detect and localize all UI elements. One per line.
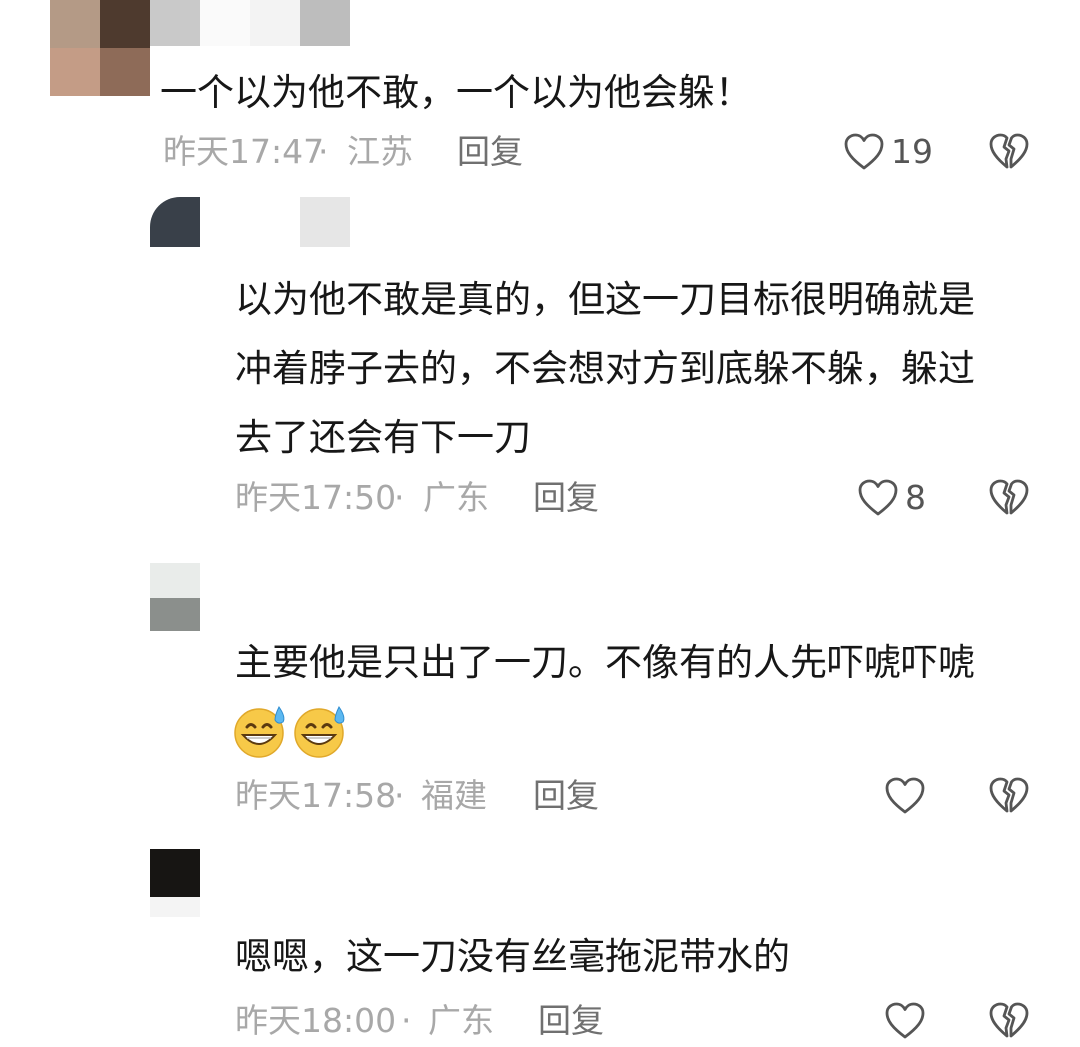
broken-heart-icon[interactable] [988, 1001, 1030, 1041]
comment-location: 福建 [421, 776, 487, 815]
comment-location: 江苏 [347, 132, 413, 171]
username[interactable] [300, 197, 350, 247]
comment-location: 广东 [423, 478, 489, 517]
separator-dot: · [394, 776, 405, 815]
heart-outline-icon[interactable] [884, 776, 926, 816]
comment-text: 一个以为他不敢，一个以为他会躲！ [160, 71, 752, 114]
broken-heart-icon[interactable] [988, 478, 1030, 518]
reply-button[interactable]: 回复 [533, 478, 599, 518]
avatar[interactable] [150, 563, 200, 633]
separator-dot: · [394, 478, 405, 517]
comment-text: 嗯嗯，这一刀没有丝毫拖泥带水的 [235, 935, 790, 978]
heart-outline-icon[interactable] [857, 478, 899, 518]
comment-time: 昨天18:00 [235, 1001, 397, 1040]
broken-heart-icon[interactable] [988, 776, 1030, 816]
heart-outline-icon[interactable] [884, 1001, 926, 1041]
separator-dot: · [318, 132, 329, 171]
comment-text-line-3: 去了还会有下一刀 [235, 416, 531, 459]
comment-location: 广东 [428, 1001, 494, 1040]
avatar-shadow [150, 897, 200, 917]
comment-time: 昨天17:58 [235, 776, 397, 815]
reply-button[interactable]: 回复 [457, 132, 523, 172]
comment-time: 昨天17:47 [163, 132, 325, 171]
comment-text-line-2: 冲着脖子去的，不会想对方到底躲不躲，躲过 [235, 347, 975, 390]
broken-heart-icon[interactable] [988, 132, 1030, 172]
comment-text: 主要他是只出了一刀。不像有的人先吓唬吓唬 [235, 641, 975, 684]
heart-outline-icon[interactable] [843, 132, 885, 172]
comment-time: 昨天17:50 [235, 478, 397, 517]
comment-text-line-1: 以为他不敢是真的，但这一刀目标很明确就是 [235, 278, 975, 321]
separator-dot: · [401, 1001, 412, 1040]
grinning-sweat-emoji [234, 706, 285, 758]
avatar[interactable] [50, 0, 150, 96]
grinning-sweat-emoji [294, 706, 345, 758]
reply-button[interactable]: 回复 [533, 776, 599, 816]
avatar[interactable] [150, 849, 200, 897]
like-count: 8 [905, 478, 926, 517]
like-count: 19 [891, 132, 933, 171]
avatar[interactable] [150, 197, 200, 247]
username[interactable] [150, 0, 350, 60]
reply-button[interactable]: 回复 [538, 1001, 604, 1041]
